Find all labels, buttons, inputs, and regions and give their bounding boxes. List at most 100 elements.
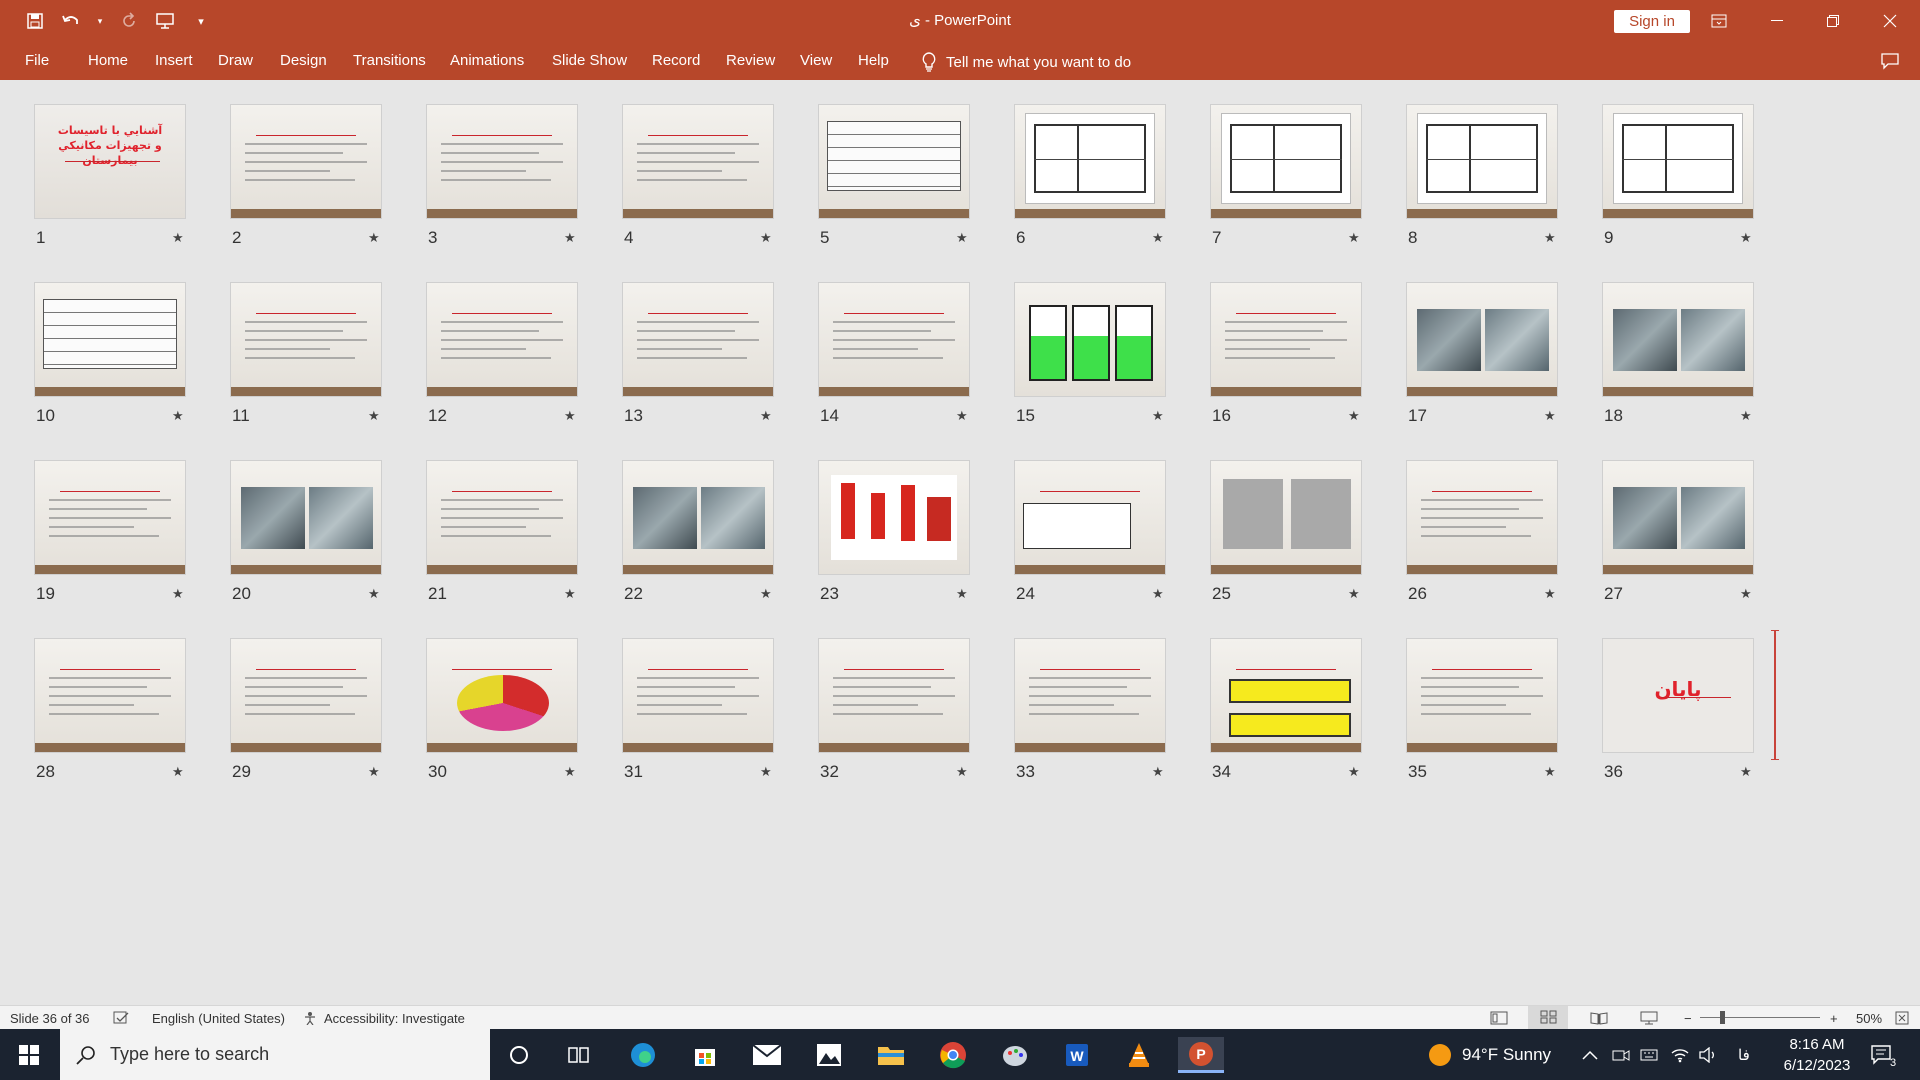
slide-preview[interactable] (1406, 638, 1558, 753)
slide-preview[interactable] (426, 104, 578, 219)
transition-star-icon[interactable]: ★ (1544, 764, 1556, 780)
transition-star-icon[interactable]: ★ (1152, 586, 1164, 602)
transition-star-icon[interactable]: ★ (368, 230, 380, 246)
tab-home[interactable]: Home (88, 52, 128, 69)
transition-star-icon[interactable]: ★ (368, 764, 380, 780)
transition-star-icon[interactable]: ★ (760, 586, 772, 602)
transition-star-icon[interactable]: ★ (956, 230, 968, 246)
word-icon[interactable]: W (1054, 1037, 1100, 1073)
slide-thumbnail[interactable]: 6 ★ (1014, 104, 1166, 250)
input-language[interactable]: فا (1738, 1029, 1750, 1080)
accessibility-status[interactable]: Accessibility: Investigate (324, 1011, 465, 1026)
slide-thumbnail[interactable]: 19 ★ (34, 460, 186, 606)
slide-preview[interactable] (1602, 460, 1754, 575)
transition-star-icon[interactable]: ★ (956, 586, 968, 602)
slide-thumbnail[interactable]: 28 ★ (34, 638, 186, 784)
transition-star-icon[interactable]: ★ (172, 230, 184, 246)
transition-star-icon[interactable]: ★ (1740, 586, 1752, 602)
mail-icon[interactable] (744, 1037, 790, 1073)
zoom-slider[interactable] (1700, 1017, 1820, 1018)
slide-thumbnail[interactable]: 9 ★ (1602, 104, 1754, 250)
slide-preview[interactable] (1406, 104, 1558, 219)
slide-preview[interactable] (622, 460, 774, 575)
minimize-icon[interactable] (1754, 0, 1800, 42)
slide-preview[interactable] (34, 460, 186, 575)
weather-widget[interactable]: 94°F Sunny (1428, 1029, 1551, 1080)
slide-thumbnail[interactable]: 20 ★ (230, 460, 382, 606)
zoom-level[interactable]: 50% (1856, 1011, 1882, 1026)
slide-thumbnail[interactable]: 32 ★ (818, 638, 970, 784)
transition-star-icon[interactable]: ★ (172, 408, 184, 424)
powerpoint-icon[interactable]: P (1178, 1037, 1224, 1073)
transition-star-icon[interactable]: ★ (1348, 764, 1360, 780)
transition-star-icon[interactable]: ★ (1740, 230, 1752, 246)
slide-preview[interactable] (230, 282, 382, 397)
transition-star-icon[interactable]: ★ (956, 408, 968, 424)
transition-star-icon[interactable]: ★ (368, 408, 380, 424)
notification-icon[interactable]: 3 (1870, 1029, 1896, 1080)
slide-preview[interactable] (1014, 104, 1166, 219)
slide-thumbnail[interactable]: 12 ★ (426, 282, 578, 428)
close-icon[interactable] (1867, 0, 1913, 42)
paint-icon[interactable] (992, 1037, 1038, 1073)
slide-preview[interactable]: آشنايي با تاسیسات و تجهیزات مکانیکي بیما… (34, 104, 186, 219)
slide-preview[interactable] (1014, 460, 1166, 575)
slide-thumbnail[interactable]: 30 ★ (426, 638, 578, 784)
slide-thumbnail[interactable]: 10 ★ (34, 282, 186, 428)
slide-preview[interactable] (34, 638, 186, 753)
store-icon[interactable] (682, 1037, 728, 1073)
tab-animations[interactable]: Animations (450, 52, 524, 69)
clock[interactable]: 8:16 AM 6/12/2023 (1772, 1029, 1862, 1080)
reading-view-icon[interactable] (1590, 1011, 1608, 1028)
volume-icon[interactable] (1698, 1029, 1718, 1080)
ribbon-display-icon[interactable] (1696, 0, 1742, 42)
transition-star-icon[interactable]: ★ (368, 586, 380, 602)
transition-star-icon[interactable]: ★ (1348, 586, 1360, 602)
transition-star-icon[interactable]: ★ (172, 586, 184, 602)
slide-thumbnail[interactable]: 16 ★ (1210, 282, 1362, 428)
slide-thumbnail[interactable]: 3 ★ (426, 104, 578, 250)
transition-star-icon[interactable]: ★ (564, 408, 576, 424)
slide-preview[interactable] (622, 282, 774, 397)
slide-preview[interactable] (1406, 282, 1558, 397)
slide-thumbnail[interactable]: 14 ★ (818, 282, 970, 428)
explorer-icon[interactable] (868, 1037, 914, 1073)
transition-star-icon[interactable]: ★ (1544, 230, 1556, 246)
vlc-icon[interactable] (1116, 1037, 1162, 1073)
slide-thumbnail[interactable]: 13 ★ (622, 282, 774, 428)
transition-star-icon[interactable]: ★ (760, 764, 772, 780)
taskbar-search[interactable]: Type here to search (60, 1029, 490, 1080)
slide-preview[interactable] (818, 460, 970, 575)
slide-preview[interactable] (34, 282, 186, 397)
transition-star-icon[interactable]: ★ (760, 230, 772, 246)
transition-star-icon[interactable]: ★ (1740, 764, 1752, 780)
tab-transitions[interactable]: Transitions (353, 52, 426, 69)
keyboard-icon[interactable] (1640, 1029, 1658, 1080)
slide-thumbnail[interactable]: 7 ★ (1210, 104, 1362, 250)
slide-thumbnail[interactable]: 29 ★ (230, 638, 382, 784)
slide-preview[interactable] (426, 282, 578, 397)
slide-counter[interactable]: Slide 36 of 36 (10, 1011, 90, 1026)
chrome-icon[interactable] (930, 1037, 976, 1073)
transition-star-icon[interactable]: ★ (1152, 230, 1164, 246)
slide-preview[interactable] (230, 104, 382, 219)
slide-thumbnail[interactable]: 11 ★ (230, 282, 382, 428)
slide-thumbnail[interactable]: پایان 36 ★ (1602, 638, 1754, 784)
slide-preview[interactable] (1014, 282, 1166, 397)
tab-review[interactable]: Review (726, 52, 775, 69)
slide-preview[interactable]: پایان (1602, 638, 1754, 753)
transition-star-icon[interactable]: ★ (1348, 230, 1360, 246)
wifi-icon[interactable] (1670, 1029, 1690, 1080)
slide-thumbnail[interactable]: آشنايي با تاسیسات و تجهیزات مکانیکي بیما… (34, 104, 186, 250)
slide-preview[interactable] (1210, 104, 1362, 219)
slide-thumbnail[interactable]: 26 ★ (1406, 460, 1558, 606)
tray-chevron-icon[interactable] (1582, 1029, 1598, 1080)
slide-preview[interactable] (426, 638, 578, 753)
slide-thumbnail[interactable]: 23 ★ (818, 460, 970, 606)
language-indicator[interactable]: English (United States) (152, 1011, 285, 1026)
transition-star-icon[interactable]: ★ (1740, 408, 1752, 424)
slide-thumbnail[interactable]: 2 ★ (230, 104, 382, 250)
slide-thumbnail[interactable]: 17 ★ (1406, 282, 1558, 428)
zoom-out-button[interactable]: − (1684, 1011, 1692, 1026)
photos-icon[interactable] (806, 1037, 852, 1073)
